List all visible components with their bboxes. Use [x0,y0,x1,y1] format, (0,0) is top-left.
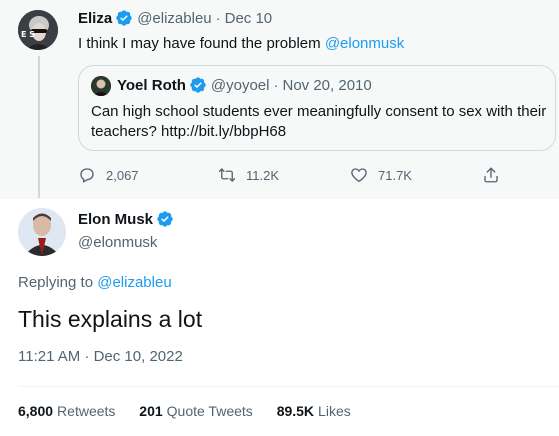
retweets-stat-label: Retweets [57,403,116,419]
quoted-tweet-text-line1: Can high school students ever meaningful… [91,103,547,120]
quoted-tweet-text: Can high school students ever meaningful… [91,102,547,142]
verified-badge-icon [189,76,207,94]
engagement-stats: 6,800 Retweets 201 Quote Tweets 89.5K Likes [18,403,371,419]
likes-stat-count: 89.5K [276,403,315,419]
verified-badge-icon [115,9,133,27]
main-author-handle[interactable]: @elonmusk [78,234,157,251]
parent-tweet-header: Eliza @elizableu · Dec 10 [78,9,272,27]
eliza-avatar[interactable]: E S [18,10,58,50]
likes-stat-label: Likes [318,403,351,419]
share-button[interactable] [482,166,510,184]
eliza-avatar-image: E S [18,10,58,50]
stats-divider [18,386,559,387]
replying-prefix: Replying to [18,274,98,291]
quote-tweets-stat[interactable]: 201 Quote Tweets [139,403,273,419]
quoted-tweet-date[interactable]: Nov 20, 2010 [282,77,371,94]
quoted-author-handle[interactable]: @yoyoel [211,77,270,94]
parent-mention-link[interactable]: @elonmusk [325,35,404,52]
retweet-count: 11.2K [246,167,280,183]
yoel-avatar-image [91,76,111,96]
verified-badge-icon [156,210,174,228]
elon-avatar[interactable] [18,208,66,256]
avatar-overlay-text: E S [21,30,35,39]
header-separator: · [215,9,221,27]
retweets-stat-count: 6,800 [18,403,54,419]
parent-author-handle[interactable]: @elizableu [137,10,211,27]
retweet-button[interactable]: 11.2K [218,166,279,184]
like-button[interactable]: 71.7K [350,166,412,184]
share-icon [484,167,498,183]
elon-avatar-image [18,208,66,256]
main-author-name[interactable]: Elon Musk [78,211,153,228]
quoted-tweet-header: Yoel Roth @yoyoel · Nov 20, 2010 [117,76,372,94]
parent-tweet-text: I think I may have found the problem @el… [78,35,404,52]
parent-author-name[interactable]: Eliza [78,10,112,27]
main-tweet-text: This explains a lot [18,306,203,332]
like-icon [351,168,367,183]
parent-tweet-date[interactable]: Dec 10 [225,10,273,27]
likes-stat[interactable]: 89.5K Likes [277,403,371,419]
main-tweet-author-row: Elon Musk [78,210,178,228]
reply-count: 2,067 [106,167,139,183]
reply-button[interactable]: 2,067 [78,166,139,184]
parent-tweet-text-prefix: I think I may have found the problem [78,35,325,52]
yoel-avatar[interactable] [91,76,111,96]
quoted-author-name[interactable]: Yoel Roth [117,77,186,94]
reply-icon [80,168,94,183]
replying-to-line: Replying to @elizableu [18,274,172,291]
retweet-icon [218,168,236,182]
quoted-tweet-card[interactable]: Yoel Roth @yoyoel · Nov 20, 2010 Can hig… [78,65,556,151]
replying-to-link[interactable]: @elizableu [97,274,171,291]
like-count: 71.7K [378,167,412,183]
header-separator: · [273,76,279,94]
quote-tweets-stat-label: Quote Tweets [166,403,253,419]
retweets-stat[interactable]: 6,800 Retweets [18,403,135,419]
quote-tweets-stat-count: 201 [139,403,163,419]
main-tweet-timestamp[interactable]: 11:21 AM · Dec 10, 2022 [18,348,183,365]
quoted-tweet-text-line2: teachers? http://bit.ly/bbpH68 [91,123,287,140]
thread-connector-line [38,56,40,198]
